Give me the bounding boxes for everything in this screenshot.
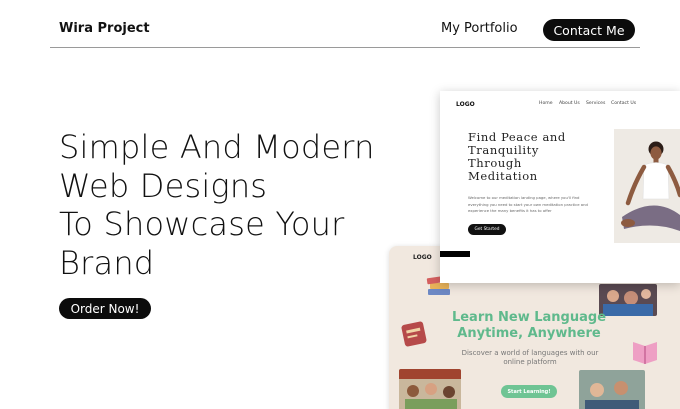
meditation-title-line: Meditation [468,169,538,183]
mockup-nav-contact: Contact Us [611,101,637,106]
brand-logo-text[interactable]: Wira Project [59,21,150,36]
language-title-line: Anytime, Anywhere [457,326,601,341]
meditation-mockup-title: Find Peace and Tranquility Through Medit… [468,131,608,183]
mockup-shadow-strip [440,251,470,257]
students-photo [399,369,461,409]
mockup-nav-about: About Us [559,101,580,106]
hero-title-line: Web Designs [59,166,268,205]
contact-me-button[interactable]: Contact Me [543,19,635,41]
meditation-site-mockup: LOGO Home About Us Services Contact Us F… [440,91,680,283]
hero-title: Simple And Modern Web Designs To Showcas… [59,128,419,282]
mockup-nav-home: Home [539,101,553,106]
get-started-button: Get Started [468,224,506,235]
header-divider [50,47,640,48]
meditation-mockup-logo: LOGO [456,101,475,108]
language-mockup-logo: LOGO [413,254,432,261]
hero-title-line: To Showcase Your [59,205,345,243]
red-book-icon [401,321,427,347]
meditating-woman-photo [614,129,680,243]
pink-book-icon [633,342,657,364]
mockup-nav-services: Services [586,101,606,106]
start-learning-button: Start Learning! [501,385,557,398]
hero-title-line: Brand [59,243,155,282]
language-mockup-title: Learn New Language Anytime, Anywhere [429,310,629,342]
language-title-line: Learn New Language [451,310,607,325]
classroom-photo-bottom [579,370,645,409]
hero-title-line: Simple And Modern [59,128,375,166]
portfolio-page: Wira Project My Portfolio Contact Me Sim… [0,0,680,409]
order-now-button[interactable]: Order Now! [59,298,151,319]
language-mockup-subtitle: Discover a world of languages with our o… [461,349,599,366]
meditation-mockup-body: Welcome to our meditation landing page, … [468,195,588,214]
nav-link-portfolio[interactable]: My Portfolio [441,21,518,36]
